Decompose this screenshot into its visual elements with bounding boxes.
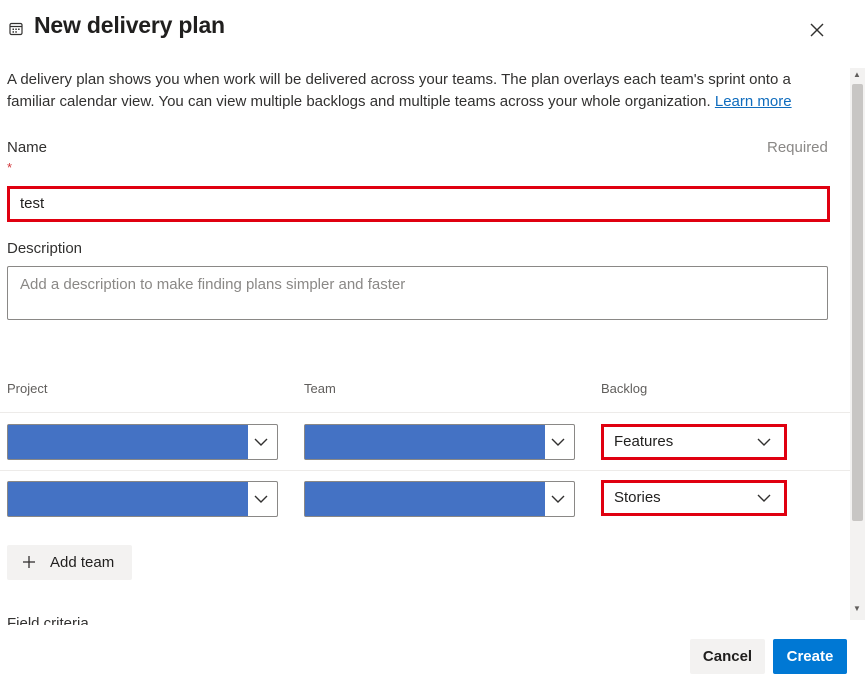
chevron-down-icon: [254, 438, 268, 446]
add-team-button[interactable]: Add team: [7, 545, 132, 580]
intro-text: A delivery plan shows you when work will…: [7, 69, 822, 112]
chevron-down-icon: [551, 438, 565, 446]
backlog-dropdown-1[interactable]: Features: [601, 424, 787, 460]
add-team-label: Add team: [50, 554, 115, 571]
scroll-up-arrow-icon[interactable]: ▲: [853, 70, 861, 80]
team-dropdown-2[interactable]: [304, 481, 575, 517]
row-divider: [0, 470, 850, 471]
required-asterisk: *: [7, 160, 13, 175]
chevron-down-icon: [551, 495, 565, 503]
redacted-value: [8, 425, 248, 459]
intro-body: A delivery plan shows you when work will…: [7, 71, 791, 110]
name-input[interactable]: test: [7, 186, 830, 222]
row-divider: [0, 412, 850, 413]
name-label: Name: [7, 139, 48, 156]
redacted-value: [305, 482, 545, 516]
backlog-value: Features: [614, 433, 674, 450]
required-hint: Required: [767, 139, 828, 156]
plus-icon: [23, 556, 35, 568]
team-column-header: Team: [304, 381, 336, 396]
cancel-button[interactable]: Cancel: [690, 639, 765, 674]
backlog-dropdown-2[interactable]: Stories: [601, 480, 787, 516]
backlog-value: Stories: [614, 489, 661, 506]
dialog-body: A delivery plan shows you when work will…: [0, 60, 850, 625]
scrollbar[interactable]: ▲ ▼: [850, 68, 865, 620]
backlog-column-header: Backlog: [601, 381, 648, 396]
description-label: Description: [7, 240, 83, 257]
close-icon[interactable]: [806, 19, 828, 41]
team-dropdown-1[interactable]: [304, 424, 575, 460]
learn-more-link[interactable]: Learn more: [715, 93, 792, 110]
description-input[interactable]: Add a description to make finding plans …: [7, 266, 828, 320]
chevron-down-icon: [757, 494, 771, 502]
dialog-title: New delivery plan: [34, 12, 225, 38]
scrollbar-thumb[interactable]: [852, 84, 863, 521]
redacted-value: [8, 482, 248, 516]
dialog-header: New delivery plan: [0, 0, 865, 60]
chevron-down-icon: [757, 438, 771, 446]
project-column-header: Project: [7, 381, 48, 396]
create-button[interactable]: Create: [773, 639, 847, 674]
project-dropdown-1[interactable]: [7, 424, 278, 460]
project-dropdown-2[interactable]: [7, 481, 278, 517]
calendar-icon: [9, 22, 23, 36]
scroll-down-arrow-icon[interactable]: ▼: [853, 604, 861, 614]
redacted-value: [305, 425, 545, 459]
chevron-down-icon: [254, 495, 268, 503]
field-criteria-label: Field criteria: [7, 615, 89, 625]
